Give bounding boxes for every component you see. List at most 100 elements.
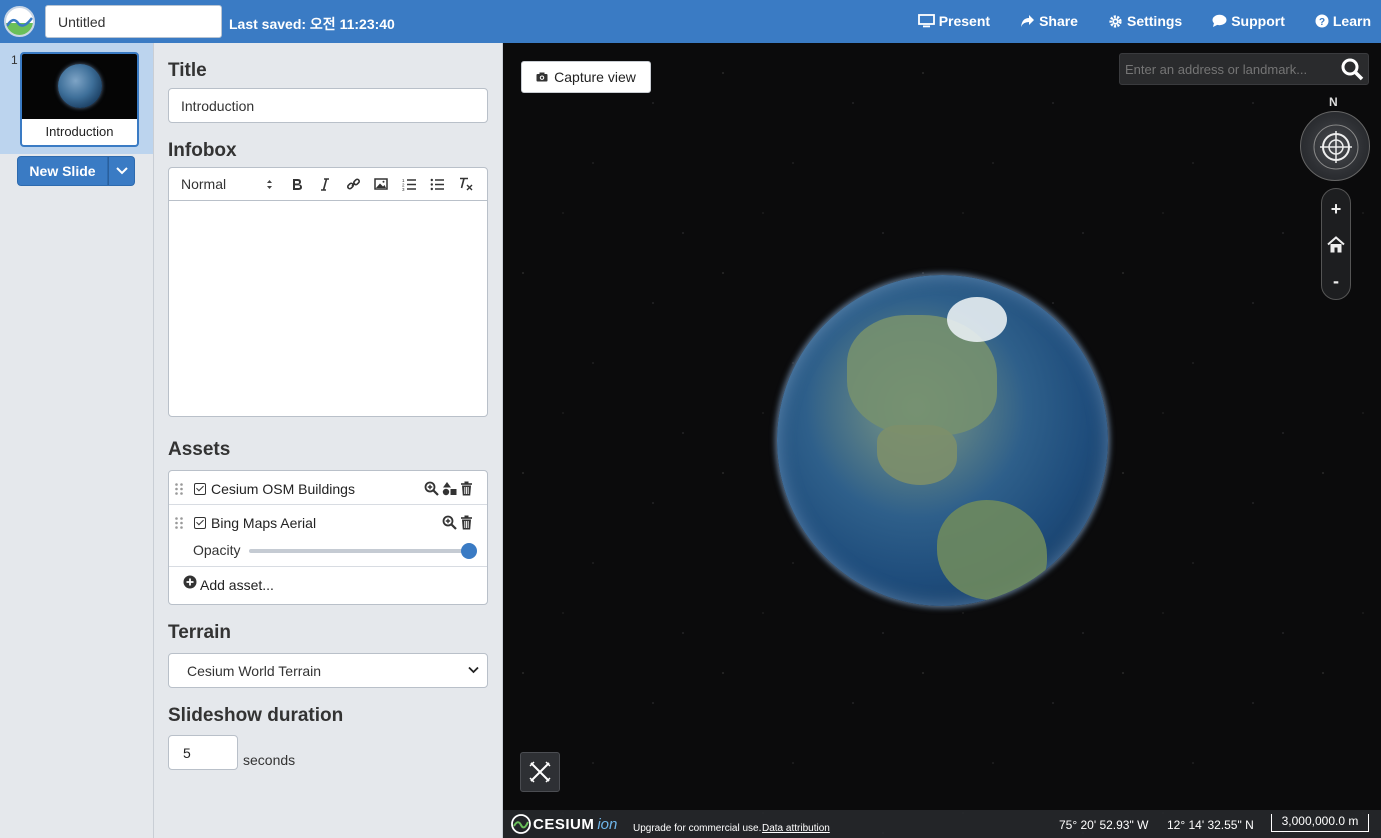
search-button[interactable] [1336, 54, 1368, 84]
support-button[interactable]: Support [1212, 13, 1285, 29]
zoom-out-button[interactable]: - [1322, 263, 1350, 299]
asset-actions [442, 515, 473, 530]
image-icon [374, 178, 388, 190]
bold-icon [293, 178, 302, 190]
drag-handle-icon[interactable] [175, 517, 183, 529]
slide-item[interactable]: 1 Introduction [0, 43, 153, 154]
terrain-tool-button[interactable] [520, 752, 560, 792]
present-label: Present [938, 13, 991, 29]
globe-thumbnail-icon [58, 64, 102, 108]
svg-text:3: 3 [402, 187, 405, 191]
asset-actions [424, 481, 473, 496]
chat-bubble-icon [1212, 14, 1227, 27]
cesium-ion-logo[interactable]: CESIUM ion [511, 814, 617, 834]
asset-name: Cesium OSM Buildings [211, 481, 355, 497]
home-icon [1327, 236, 1345, 253]
question-circle-icon: ? [1315, 14, 1329, 28]
upgrade-notice: Upgrade for commercial use. [633, 823, 762, 834]
new-slide-dropdown-button[interactable] [108, 156, 135, 186]
camera-icon [536, 72, 548, 82]
globe-viewer[interactable]: Capture view N + - CESIUM ion Upgrade fo [503, 43, 1381, 838]
top-nav: Present Share Settings Support ? Learn [888, 13, 1371, 29]
bold-button[interactable] [283, 173, 311, 195]
earth-globe[interactable] [777, 275, 1108, 606]
assets-list: Cesium OSM Buildings Bing Maps Aerial Op… [168, 470, 488, 605]
title-heading: Title [168, 60, 207, 81]
ordered-list-button[interactable]: 123 [395, 173, 423, 195]
bullet-list-button[interactable] [423, 173, 451, 195]
chevron-down-icon [468, 666, 479, 674]
link-icon [346, 177, 360, 190]
app-logo-icon[interactable] [4, 6, 35, 37]
slide-number: 1 [11, 53, 18, 67]
settings-label: Settings [1126, 13, 1183, 29]
add-asset-button[interactable]: Add asset... [183, 575, 274, 593]
settings-button[interactable]: Settings [1108, 13, 1182, 29]
compass-icon [1313, 124, 1359, 170]
share-icon [1021, 15, 1035, 27]
slide-thumbnail [22, 54, 137, 119]
bullet-list-icon [430, 178, 444, 190]
slide-card[interactable]: Introduction [20, 52, 139, 147]
italic-icon [321, 177, 329, 191]
capture-view-button[interactable]: Capture view [521, 61, 651, 93]
share-button[interactable]: Share [1020, 13, 1078, 29]
link-button[interactable] [339, 173, 367, 195]
compass-north-label: N [1329, 95, 1338, 109]
zoom-to-icon[interactable] [424, 481, 439, 496]
infobox-editor-area[interactable] [168, 200, 488, 417]
zoom-to-icon[interactable] [442, 515, 457, 530]
svg-text:?: ? [1319, 17, 1325, 28]
duration-unit-label: seconds [243, 752, 296, 768]
italic-button[interactable] [311, 173, 339, 195]
geocoder [1119, 53, 1369, 85]
terrain-select-value: Cesium World Terrain [187, 662, 322, 679]
zoom-in-button[interactable]: + [1322, 191, 1350, 227]
support-label: Support [1231, 13, 1285, 29]
search-input[interactable] [1120, 54, 1338, 84]
image-button[interactable] [367, 173, 395, 195]
document-title-input[interactable] [45, 5, 222, 38]
longitude-readout: 75° 20' 52.93" W [1059, 818, 1149, 832]
slideshow-duration-heading: Slideshow duration [168, 705, 344, 726]
new-slide-group: New Slide [17, 156, 135, 186]
duration-input[interactable]: 5 [168, 735, 238, 770]
title-input[interactable] [168, 88, 488, 123]
clear-format-button[interactable] [451, 173, 479, 195]
assets-heading: Assets [168, 439, 231, 460]
clear-format-icon [459, 177, 472, 191]
opacity-label: Opacity [193, 542, 241, 558]
asset-visibility-checkbox[interactable] [194, 517, 206, 529]
shapes-style-icon[interactable] [442, 481, 457, 496]
zoom-controls: + - [1321, 188, 1351, 300]
trash-icon[interactable] [460, 515, 473, 530]
drag-handle-icon[interactable] [175, 483, 183, 495]
plus-circle-icon [183, 575, 197, 589]
home-button[interactable] [1322, 227, 1350, 263]
distance-scale: 3,000,000.0 m [1271, 814, 1369, 832]
gear-icon [1109, 14, 1122, 28]
data-attribution-link[interactable]: Data attribution [762, 823, 830, 834]
add-asset-label: Add asset... [200, 577, 274, 593]
asset-name: Bing Maps Aerial [211, 515, 317, 531]
monitor-icon [917, 14, 935, 28]
trash-icon[interactable] [460, 481, 473, 496]
cesium-logo-icon [511, 814, 531, 834]
crossed-tools-icon [529, 761, 551, 783]
present-button[interactable]: Present [917, 13, 991, 29]
search-icon [1341, 58, 1364, 81]
terrain-select[interactable]: Cesium World Terrain [168, 653, 488, 688]
top-bar: Last saved: 오전 11:23:40 Present Share Se… [0, 0, 1381, 43]
chevron-down-icon [115, 167, 128, 175]
capture-view-label: Capture view [554, 69, 636, 85]
opacity-slider[interactable] [249, 549, 469, 553]
asset-visibility-checkbox[interactable] [194, 483, 206, 495]
format-select-value: Normal [181, 176, 227, 192]
new-slide-button[interactable]: New Slide [17, 156, 108, 186]
compass-navigation[interactable] [1300, 111, 1370, 181]
opacity-slider-thumb[interactable] [461, 543, 477, 559]
slide-label: Introduction [45, 124, 114, 139]
learn-button[interactable]: ? Learn [1315, 13, 1371, 29]
slide-editor: Title Infobox Normal 123 Assets [154, 43, 503, 838]
format-select[interactable]: Normal [181, 176, 273, 192]
